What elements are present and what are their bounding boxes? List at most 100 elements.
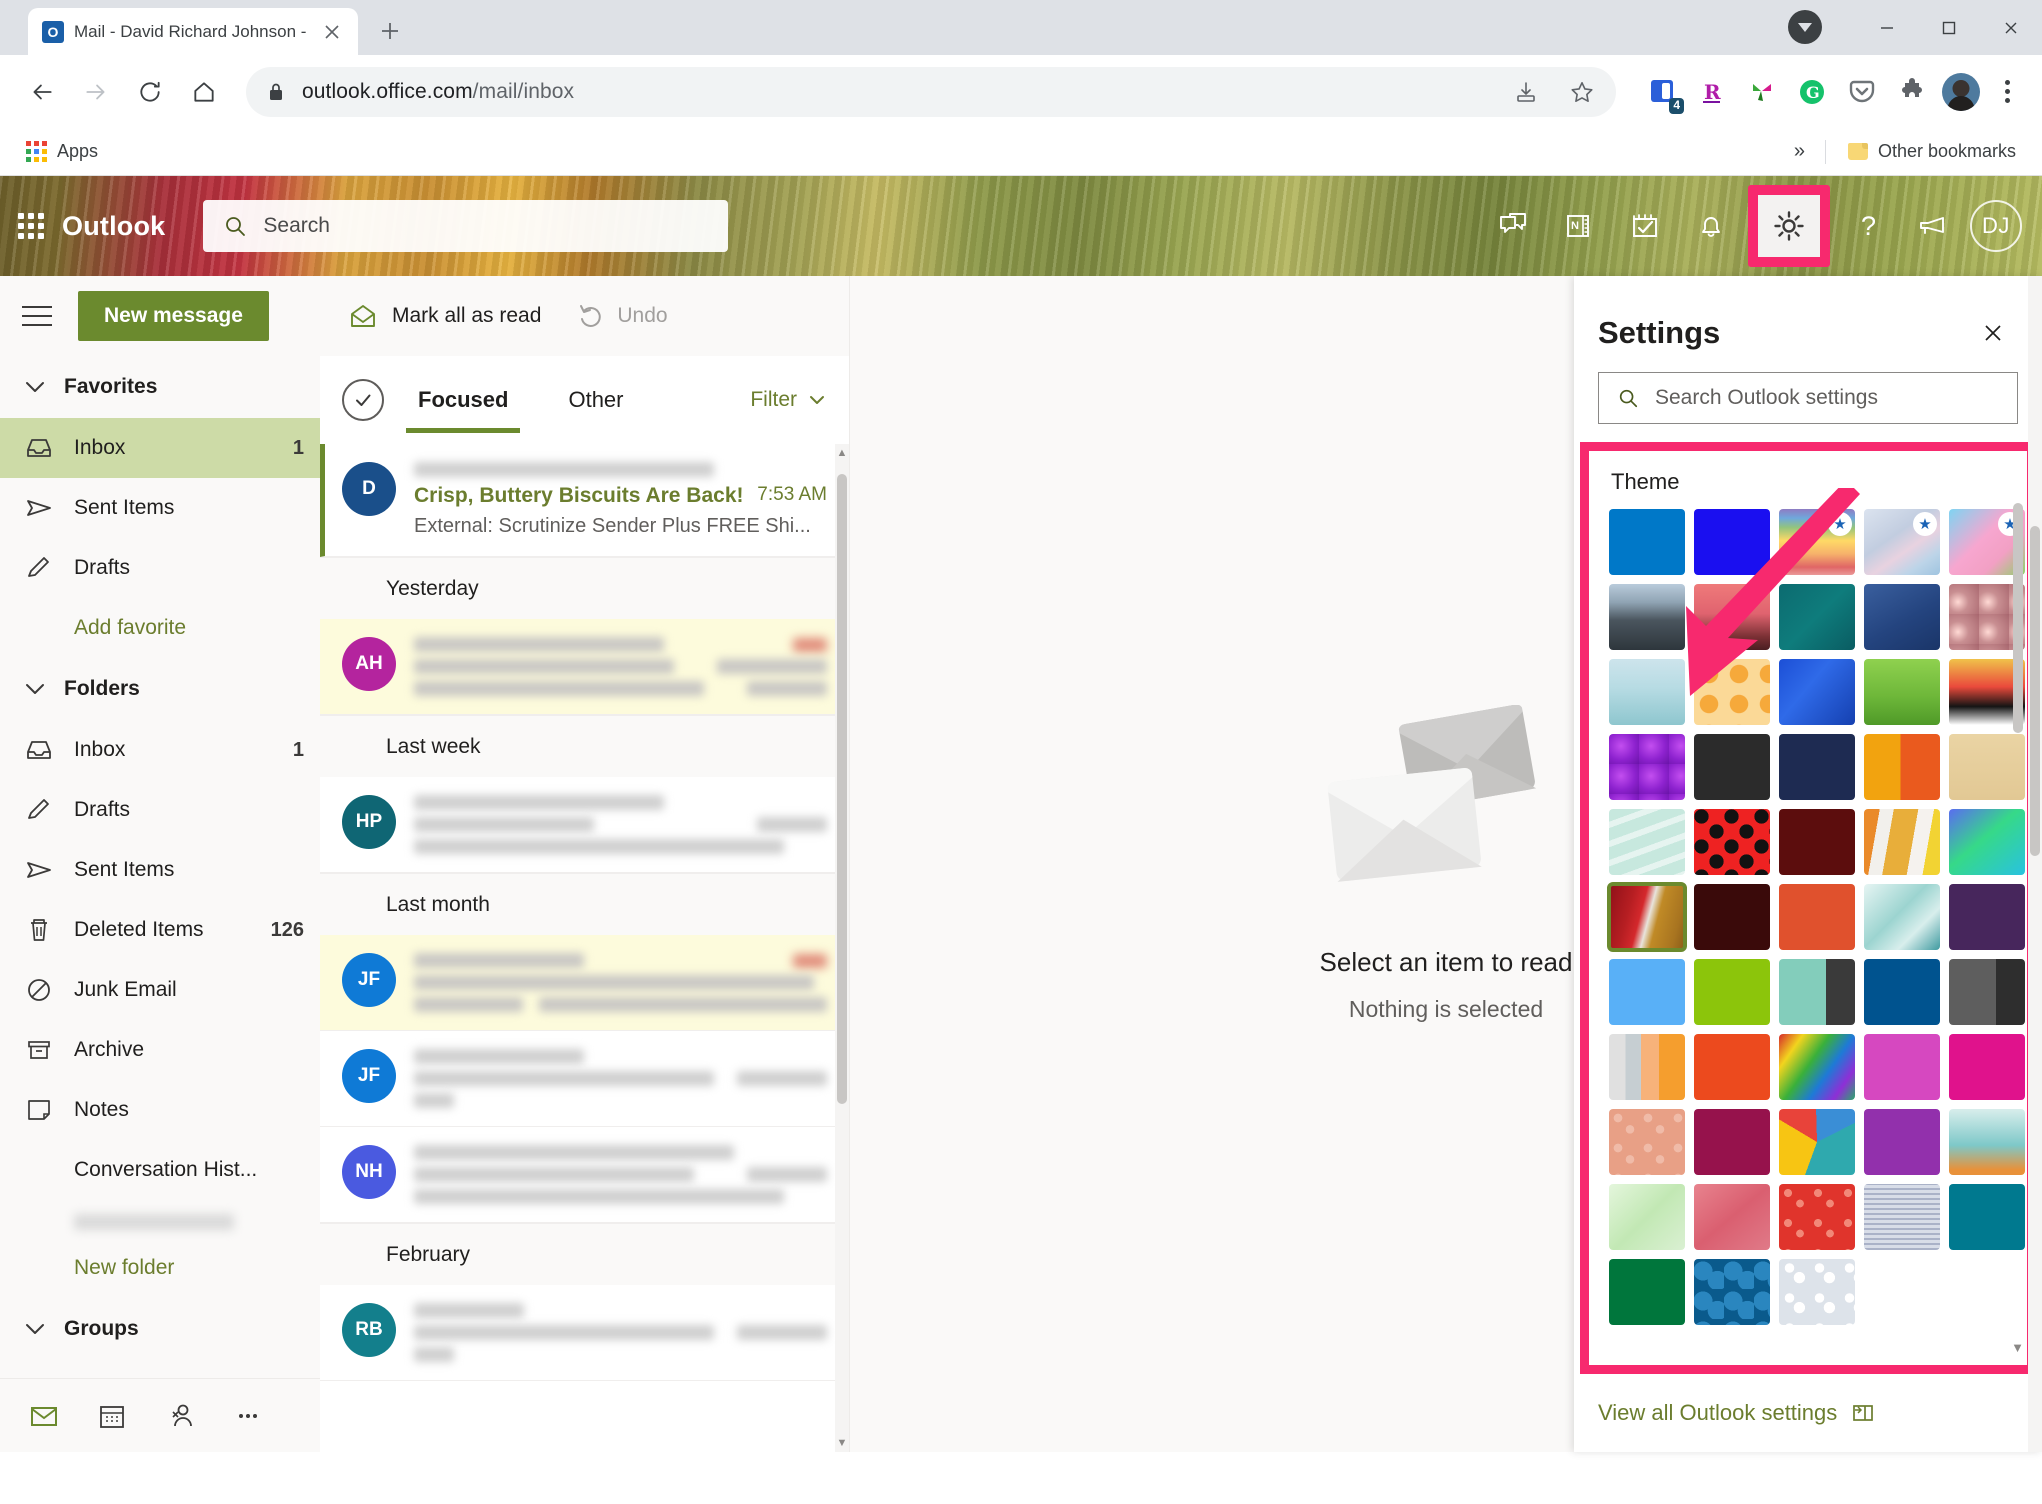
new-tab-button[interactable] [370,11,410,51]
pocket-extension[interactable] [1842,72,1882,112]
scrollbar-thumb[interactable] [2013,503,2023,733]
maximize-button[interactable] [1918,0,1980,55]
discover-groups-button[interactable]: Discover groups [0,1360,320,1378]
scrollbar-thumb[interactable] [2030,526,2040,856]
sidebar-item-junk-email[interactable]: Junk Email [0,960,320,1020]
theme-swatch-blue-abstract[interactable] [1779,659,1855,725]
home-button[interactable] [180,68,228,116]
honey-extension[interactable] [1742,72,1782,112]
theme-swatch-sky-blue-solid[interactable] [1609,959,1685,1025]
filter-button[interactable]: Filter [750,388,827,412]
groups-group-header[interactable]: Groups [0,1298,320,1360]
address-bar[interactable]: outlook.office.com/mail/inbox [246,66,1616,117]
sidebar-item-notes[interactable]: Notes [0,1080,320,1140]
theme-swatch-red-dots-black[interactable] [1694,809,1770,875]
theme-swatch-mountain-landscape[interactable] [1609,584,1685,650]
theme-swatch-lego-bricks[interactable] [1864,734,1940,800]
chevron-double-right-icon[interactable]: » [1788,140,1811,163]
theme-swatch-very-dark-maroon[interactable] [1694,884,1770,950]
list-item[interactable]: HP [320,777,849,873]
theme-swatch-red-gold-fabric[interactable] [1607,882,1687,952]
theme-swatch-bright-blue-solid[interactable] [1694,509,1770,575]
check-circle-icon[interactable] [342,379,384,421]
calendar-app-icon[interactable] [78,1379,146,1453]
theme-swatch-red-bubbles[interactable] [1779,1184,1855,1250]
puzzle-extensions-icon[interactable] [1892,72,1932,112]
hamburger-menu-icon[interactable] [22,297,60,335]
help-question-icon[interactable]: ? [1838,195,1896,257]
theme-swatch-circuit-board[interactable] [1779,584,1855,650]
reload-button[interactable] [126,68,174,116]
bookmark-star-icon[interactable] [1558,68,1606,116]
sidebar-item-inbox-favorite[interactable]: Inbox 1 [0,418,320,478]
onenote-clipper-extension[interactable]: 4 [1642,72,1684,114]
sidebar-item-conversation-history[interactable]: Conversation Hist... [0,1140,320,1200]
notifications-bell-icon[interactable] [1682,195,1740,257]
view-all-settings-link[interactable]: View all Outlook settings [1574,1374,2042,1452]
list-item[interactable]: RB [320,1285,849,1381]
theme-swatch-boat-sea[interactable] [1609,659,1685,725]
to-do-icon[interactable] [1616,195,1674,257]
sidebar-item-drafts-favorite[interactable]: Drafts [0,538,320,598]
close-icon[interactable] [320,20,344,44]
theme-swatch-snowflakes[interactable] [1779,1259,1855,1325]
browser-profile-avatar[interactable] [1942,72,1980,111]
gear-button-highlight[interactable] [1748,185,1830,267]
app-launcher-icon[interactable] [0,213,62,239]
theme-swatch-navy-solid[interactable] [1779,734,1855,800]
bookmark-other-bookmarks[interactable]: Other bookmarks [1840,137,2024,166]
theme-swatch-paper-plane-grid[interactable] [1864,1184,1940,1250]
list-item[interactable]: D Crisp, Buttery Biscuits Are Back! 7:53… [320,444,849,557]
theme-swatch-lime-green-solid[interactable] [1694,959,1770,1025]
people-app-icon[interactable] [146,1379,214,1453]
theme-swatch-orchid-solid[interactable] [1864,1034,1940,1100]
new-folder-button[interactable]: New folder [0,1238,320,1298]
forward-button[interactable] [72,68,120,116]
mark-all-as-read-button[interactable]: Mark all as read [348,301,541,331]
theme-swatch-rose-facets[interactable] [1694,1184,1770,1250]
theme-swatch-color-wheel[interactable] [1779,1109,1855,1175]
theme-swatch-deep-blue-solid[interactable] [1864,959,1940,1025]
outlook-brand[interactable]: Outlook [62,211,165,242]
sidebar-item-deleted-items[interactable]: Deleted Items 126 [0,900,320,960]
tab-other[interactable]: Other [556,373,635,427]
theme-swatch-grey-orange-stripes[interactable] [1609,1034,1685,1100]
theme-swatch-blue-circles[interactable] [1694,1259,1770,1325]
theme-swatch-elevation-denim[interactable] [1864,584,1940,650]
theme-swatch-orange-red-solid[interactable] [1694,1034,1770,1100]
browser-tab[interactable]: Mail - David Richard Johnson - O [28,8,358,55]
account-avatar[interactable]: DJ [1970,200,2022,252]
theme-swatch-salmon-dots[interactable] [1609,1109,1685,1175]
window-close-button[interactable] [1980,0,2042,55]
grammarly-extension[interactable]: G [1792,72,1832,112]
theme-swatch-mint-facets[interactable] [1609,1184,1685,1250]
feedback-megaphone-icon[interactable] [1904,195,1962,257]
teams-chat-icon[interactable] [1484,195,1542,257]
back-button[interactable] [18,68,66,116]
theme-swatch-dark-maroon[interactable] [1779,809,1855,875]
folders-group-header[interactable]: Folders [0,658,320,720]
undo-button[interactable]: Undo [575,302,668,330]
settings-close-button[interactable] [1972,312,2014,354]
tab-focused[interactable]: Focused [406,373,521,433]
onenote-feed-icon[interactable]: N [1550,195,1608,257]
scroll-down-arrow[interactable]: ▼ [2011,1340,2024,1355]
more-apps-icon[interactable] [214,1379,282,1453]
theme-swatch-blue-solid[interactable] [1609,509,1685,575]
minimize-button[interactable] [1856,0,1918,55]
theme-swatch-palm-sunset[interactable] [1694,584,1770,650]
profile-dropdown-icon[interactable] [1788,10,1822,44]
search-input[interactable]: Search [203,200,729,252]
sidebar-item-drafts[interactable]: Drafts [0,780,320,840]
mail-app-icon[interactable] [10,1379,78,1453]
theme-swatch-rainbow-stripes[interactable]: ★ [1779,509,1855,575]
scroll-down-arrow[interactable]: ▼ [836,1436,848,1450]
theme-swatch-dark-charcoal[interactable] [1694,734,1770,800]
list-item[interactable]: JF [320,1031,849,1127]
theme-grid-scrollbar[interactable]: ▼ [2011,503,2024,1355]
message-list-scrollbar[interactable]: ▲ ▼ [835,444,849,1452]
theme-swatch-purple-abstract[interactable] [1609,734,1685,800]
sidebar-item-archive[interactable]: Archive [0,1020,320,1080]
list-item[interactable]: NH [320,1127,849,1223]
theme-swatch-teal-crystal[interactable] [1864,884,1940,950]
